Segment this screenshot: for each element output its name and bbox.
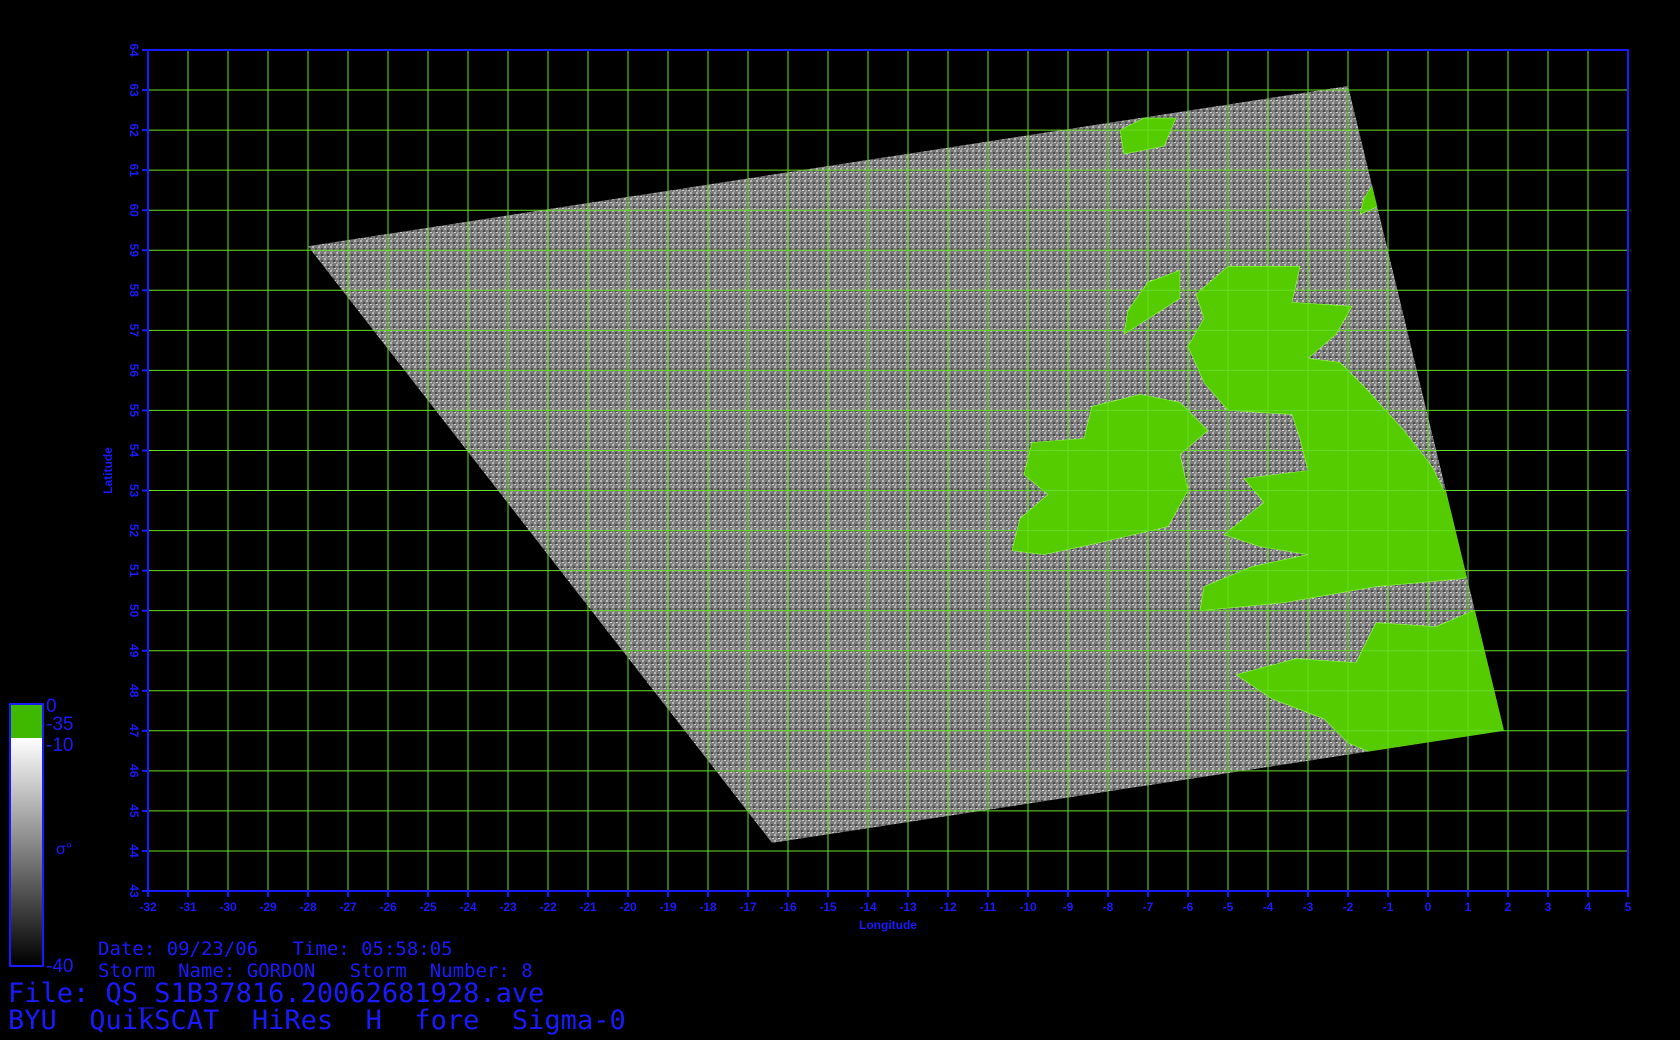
lon-tick-label: -25 bbox=[419, 900, 437, 914]
lon-tick-label: 2 bbox=[1505, 900, 1512, 914]
lon-tick-label: -16 bbox=[779, 900, 797, 914]
x-axis-label: Longitude bbox=[859, 918, 917, 932]
lon-tick-label: -21 bbox=[579, 900, 597, 914]
lat-tick-label: 59 bbox=[127, 244, 141, 258]
lat-tick-label: 49 bbox=[127, 644, 141, 658]
lon-tick-label: -13 bbox=[899, 900, 917, 914]
lon-tick-label: -22 bbox=[539, 900, 557, 914]
lat-tick-label: 53 bbox=[127, 484, 141, 498]
lon-tick-label: -7 bbox=[1143, 900, 1154, 914]
lon-tick-label: -30 bbox=[219, 900, 237, 914]
lon-tick-label: -4 bbox=[1263, 900, 1274, 914]
lat-tick-label: 57 bbox=[127, 324, 141, 338]
lat-tick-label: 61 bbox=[127, 163, 141, 177]
lon-tick-label: 3 bbox=[1545, 900, 1552, 914]
map-plot: -32 -31 -30 -29 -28 -27 -26 -25 -24 -23 -22 -21 -20-… bbox=[9, 43, 1632, 967]
longitude-ticks: -32 -31 -30 -29 -28 -27 -26 -25 -24 -23 -22 -21 -20-… bbox=[139, 891, 1632, 914]
lon-tick-label: -12 bbox=[939, 900, 957, 914]
lon-tick-label: -20 bbox=[619, 900, 637, 914]
lon-tick-label: -18 bbox=[699, 900, 717, 914]
lon-tick-label: 4 bbox=[1585, 900, 1592, 914]
lon-tick-label: 0 bbox=[1425, 900, 1432, 914]
lat-tick-label: 64 bbox=[127, 43, 141, 57]
lon-tick-label: -5 bbox=[1223, 900, 1234, 914]
lat-tick-label: 63 bbox=[127, 83, 141, 97]
lat-tick-label: 46 bbox=[127, 764, 141, 778]
land-norway bbox=[1395, 89, 1477, 191]
lon-tick-label: -26 bbox=[379, 900, 397, 914]
colorbar-symbol: σ° bbox=[56, 841, 73, 858]
lon-tick-label: -1 bbox=[1383, 900, 1394, 914]
lon-tick-label: -27 bbox=[339, 900, 357, 914]
lon-tick-label: 5 bbox=[1625, 900, 1632, 914]
lon-tick-label: -24 bbox=[459, 900, 477, 914]
lat-tick-label: 47 bbox=[127, 724, 141, 738]
lat-tick-label: 56 bbox=[127, 364, 141, 378]
lon-tick-label: -19 bbox=[659, 900, 677, 914]
lat-tick-label: 50 bbox=[127, 604, 141, 618]
y-axis-label: Latitude bbox=[101, 447, 115, 494]
lat-tick-label: 54 bbox=[127, 444, 141, 458]
lat-tick-label: 48 bbox=[127, 684, 141, 698]
colorbar-min-label: -40 bbox=[46, 956, 74, 977]
lon-tick-label: 1 bbox=[1465, 900, 1472, 914]
colorbar-upper-label: -10 bbox=[46, 735, 74, 756]
lon-tick-label: -31 bbox=[179, 900, 197, 914]
product-title-line: BYU QuikSCAT HiRes H fore Sigma-0 bbox=[8, 1005, 626, 1036]
lon-tick-label: -9 bbox=[1063, 900, 1074, 914]
lat-tick-label: 43 bbox=[127, 884, 141, 898]
lat-tick-label: 55 bbox=[127, 404, 141, 418]
colorbar-land-label: -35 bbox=[46, 714, 74, 735]
lon-tick-label: -14 bbox=[859, 900, 877, 914]
lat-tick-label: 51 bbox=[127, 564, 141, 578]
lon-tick-label: -23 bbox=[499, 900, 517, 914]
lat-tick-label: 62 bbox=[127, 123, 141, 137]
lon-tick-label: -29 bbox=[259, 900, 277, 914]
lon-tick-label: -28 bbox=[299, 900, 317, 914]
lat-tick-label: 60 bbox=[127, 204, 141, 218]
lon-tick-label: -8 bbox=[1103, 900, 1114, 914]
lat-tick-label: 58 bbox=[127, 284, 141, 298]
colorbar-land-segment bbox=[11, 705, 42, 738]
colorbar bbox=[9, 703, 44, 967]
lat-tick-label: 44 bbox=[127, 844, 141, 858]
lon-tick-label: -17 bbox=[739, 900, 757, 914]
latitude-ticks: 43 44 45 46 47 48 49 50 51 52 53 54 55 56 57 58 59 60 61 62… bbox=[127, 43, 148, 898]
lon-tick-label: -3 bbox=[1303, 900, 1314, 914]
lon-tick-label: -6 bbox=[1183, 900, 1194, 914]
lon-tick-label: -11 bbox=[980, 900, 997, 914]
lat-tick-label: 45 bbox=[127, 804, 141, 818]
lat-tick-label: 52 bbox=[127, 524, 141, 538]
lon-tick-label: -10 bbox=[1019, 900, 1037, 914]
colorbar-gradient bbox=[11, 738, 42, 965]
date-time-line: Date: 09/23/06 Time: 05:58:05 bbox=[98, 938, 453, 960]
lon-tick-label: -32 bbox=[139, 900, 157, 914]
lon-tick-label: -15 bbox=[819, 900, 837, 914]
lon-tick-label: -2 bbox=[1343, 900, 1354, 914]
